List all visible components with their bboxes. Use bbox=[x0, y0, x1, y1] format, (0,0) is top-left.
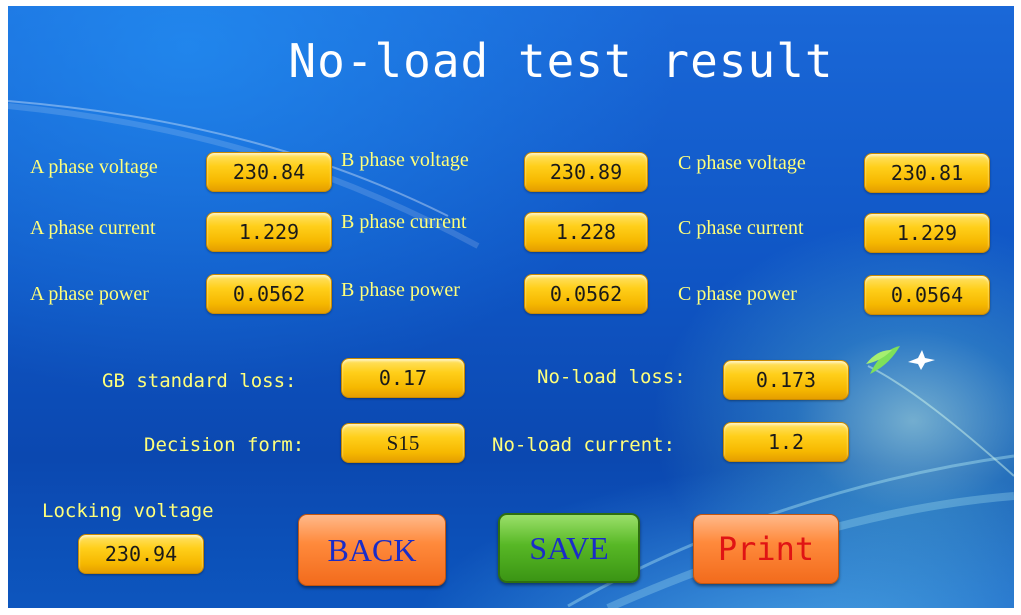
no-load-loss-value: 0.173 bbox=[723, 360, 849, 400]
a-phase-current-value: 1.229 bbox=[206, 212, 332, 252]
page-title: No-load test result bbox=[288, 34, 834, 88]
hmi-screen: No-load test result A phase voltage 230.… bbox=[8, 6, 1014, 608]
a-phase-voltage-label: A phase voltage bbox=[30, 156, 158, 178]
a-phase-power-label: A phase power bbox=[30, 283, 149, 305]
a-phase-current-label: A phase current bbox=[30, 217, 156, 239]
locking-voltage-label: Locking voltage bbox=[42, 500, 214, 522]
gb-standard-loss-value: 0.17 bbox=[341, 358, 465, 398]
back-button[interactable]: BACK bbox=[298, 514, 446, 586]
print-button[interactable]: Print bbox=[693, 514, 839, 584]
c-phase-power-value: 0.0564 bbox=[864, 275, 990, 315]
bird-leaf-decoration-icon bbox=[866, 346, 935, 374]
b-phase-voltage-label: B phase voltage bbox=[341, 149, 469, 171]
c-phase-power-label: C phase power bbox=[678, 283, 797, 305]
no-load-current-label: No-load current: bbox=[492, 434, 676, 456]
c-phase-current-label: C phase current bbox=[678, 217, 804, 239]
no-load-current-value: 1.2 bbox=[723, 422, 849, 462]
b-phase-power-value: 0.0562 bbox=[524, 274, 648, 314]
b-phase-current-label: B phase current bbox=[341, 211, 467, 233]
save-button[interactable]: SAVE bbox=[498, 513, 640, 583]
no-load-loss-label: No-load loss: bbox=[537, 366, 686, 388]
a-phase-power-value: 0.0562 bbox=[206, 274, 332, 314]
a-phase-voltage-value: 230.84 bbox=[206, 152, 332, 192]
c-phase-current-value: 1.229 bbox=[864, 213, 990, 253]
decision-form-value: S15 bbox=[341, 423, 465, 463]
c-phase-voltage-label: C phase voltage bbox=[678, 152, 806, 174]
locking-voltage-value: 230.94 bbox=[78, 534, 204, 574]
b-phase-power-label: B phase power bbox=[341, 279, 460, 301]
c-phase-voltage-value: 230.81 bbox=[864, 153, 990, 193]
decision-form-label: Decision form: bbox=[144, 434, 305, 456]
b-phase-voltage-value: 230.89 bbox=[524, 152, 648, 192]
gb-standard-loss-label: GB standard loss: bbox=[102, 370, 297, 392]
b-phase-current-value: 1.228 bbox=[524, 212, 648, 252]
